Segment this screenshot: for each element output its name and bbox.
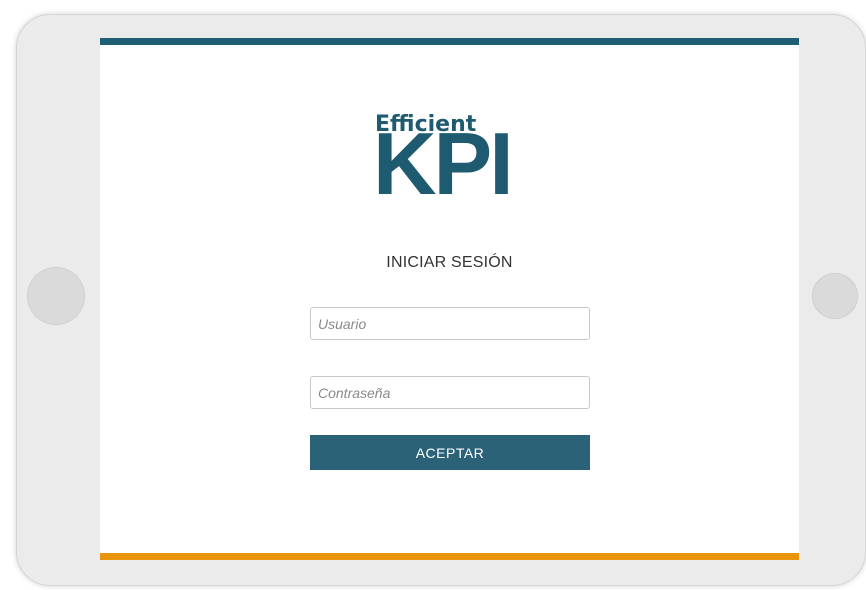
efficient-kpi-logo: Efficient KPI: [373, 112, 535, 213]
username-input[interactable]: [310, 307, 590, 340]
tablet-left-button: [27, 267, 85, 325]
bottom-accent-bar: [100, 553, 799, 560]
login-title: INICIAR SESIÓN: [386, 254, 513, 271]
tablet-right-button: [812, 273, 858, 319]
logo-kpi-text: KPI: [373, 114, 514, 213]
accept-button[interactable]: ACEPTAR: [310, 435, 590, 470]
top-accent-bar: [100, 38, 799, 45]
password-input[interactable]: [310, 376, 590, 409]
login-screen: Efficient KPI INICIAR SESIÓN ACEPTAR: [100, 38, 799, 560]
